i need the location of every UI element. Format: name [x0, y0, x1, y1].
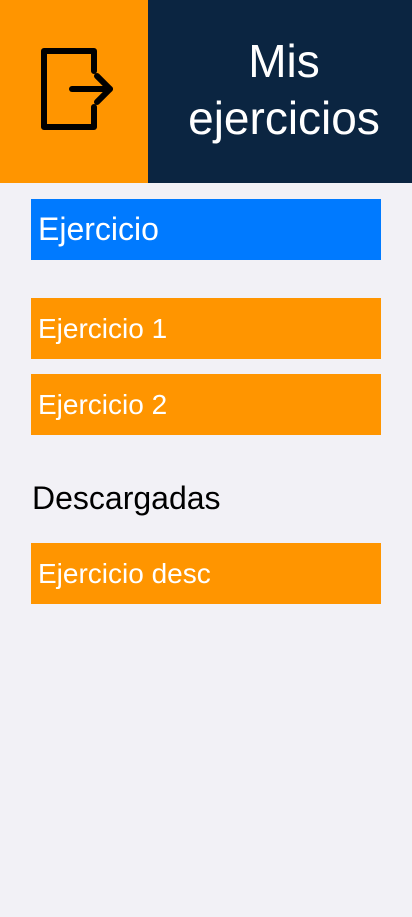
downloaded-exercise-item[interactable]: Ejercicio desc — [31, 543, 381, 604]
logout-button[interactable] — [0, 0, 148, 183]
page-title: Mis ejercicios — [188, 34, 380, 144]
title-panel: Mis ejercicios — [148, 0, 412, 183]
exercise-item-1[interactable]: Ejercicio 1 — [31, 298, 381, 359]
logout-icon — [32, 43, 116, 140]
exercise-item-2[interactable]: Ejercicio 2 — [31, 374, 381, 435]
app-header: Mis ejercicios — [0, 0, 412, 183]
downloads-heading: Descargadas — [32, 480, 221, 516]
exercise-button[interactable]: Ejercicio — [31, 199, 381, 260]
